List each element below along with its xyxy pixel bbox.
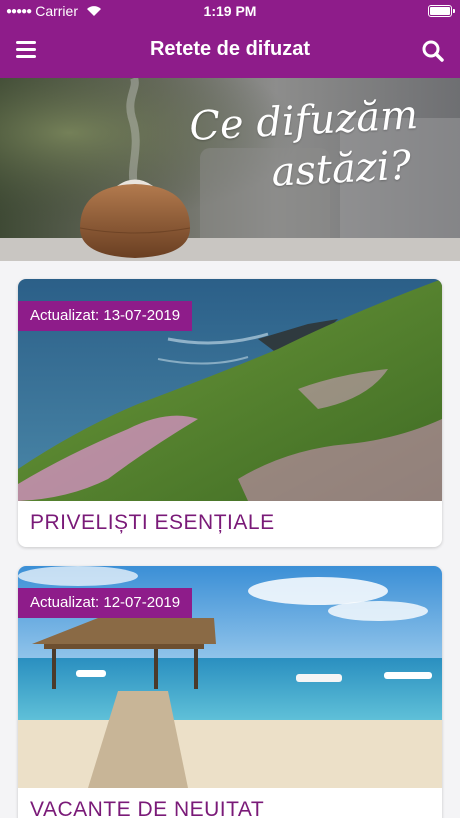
status-bar: ●●●●● Carrier 1:19 PM: [0, 0, 460, 24]
page-title: Retete de difuzat: [149, 38, 311, 60]
top-bar: ●●●●● Carrier 1:19 PM Retete de difuzat: [0, 0, 460, 78]
hero-slogan: Ce difuzăm astăzi?: [158, 88, 453, 203]
recipe-card[interactable]: Actualizat: 12-07-2019 VACANTE DE NEUITA…: [18, 566, 442, 818]
card-title: VACANTE DE NEUITAT: [30, 798, 265, 818]
search-icon[interactable]: [422, 40, 444, 62]
status-time: 1:19 PM: [203, 3, 257, 19]
card-image-coast: Actualizat: 13-07-2019: [18, 279, 442, 501]
recipe-card[interactable]: Actualizat: 13-07-2019 PRIVELIȘTI ESENȚI…: [18, 279, 442, 547]
recipe-list[interactable]: Actualizat: 13-07-2019 PRIVELIȘTI ESENȚI…: [0, 261, 460, 818]
battery-icon: [428, 5, 455, 17]
updated-badge: Actualizat: 12-07-2019: [18, 588, 193, 618]
card-image-beach: Actualizat: 12-07-2019: [18, 566, 442, 788]
hero-banner: Ce difuzăm astăzi?: [0, 78, 460, 261]
nav-bar: Retete de difuzat: [0, 24, 460, 78]
updated-badge: Actualizat: 13-07-2019: [18, 301, 193, 331]
card-title: PRIVELIȘTI ESENȚIALE: [30, 511, 275, 534]
